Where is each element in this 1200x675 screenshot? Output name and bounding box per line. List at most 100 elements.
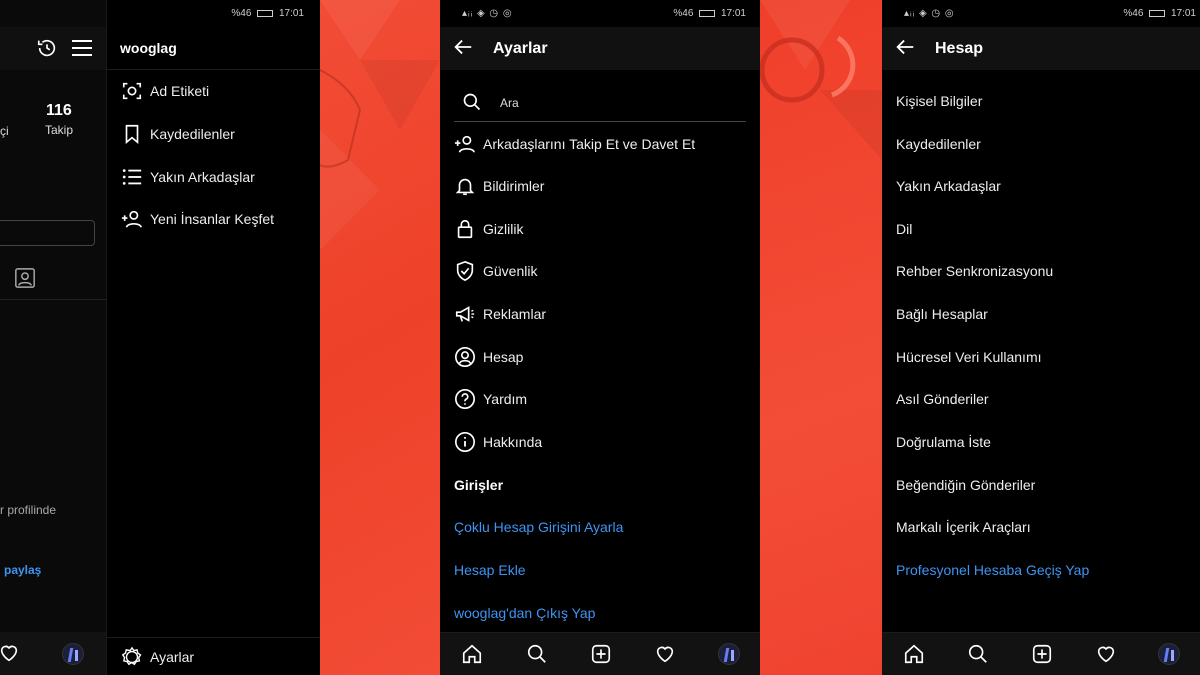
settings-item-label: Arkadaşlarını Takip Et ve Davet Et	[483, 136, 696, 152]
shield-icon	[454, 260, 476, 282]
account-item-close-friends[interactable]: Yakın Arkadaşlar	[896, 169, 1200, 203]
status-bar	[0, 0, 106, 27]
drawer-settings-button[interactable]: Ayarlar	[107, 637, 320, 675]
back-arrow-icon[interactable]	[894, 36, 916, 58]
battery-text: %46	[1123, 8, 1144, 19]
clock-text: 17:01	[1170, 8, 1196, 19]
logins-section-heading: Girişler	[454, 477, 504, 493]
search-icon[interactable]	[966, 642, 990, 666]
following-label[interactable]: Takip	[45, 123, 73, 137]
partial-followers-label: çi	[0, 124, 9, 138]
status-bar: ▴ᵢᵢ ◈ ◷ ◎ %46 17:01	[882, 0, 1200, 27]
new-post-icon[interactable]	[1030, 642, 1054, 666]
settings-item-label: Hakkında	[483, 434, 543, 450]
activity-history-icon[interactable]	[36, 37, 58, 59]
drawer-item-label: Kaydedilenler	[150, 126, 235, 142]
settings-item-label: Güvenlik	[483, 263, 538, 279]
account-item-original-posts[interactable]: Asıl Gönderiler	[896, 382, 1200, 416]
profile-tabs-bar	[0, 256, 106, 300]
clock-text: 17:01	[720, 8, 746, 19]
bottom-nav	[0, 632, 106, 675]
help-icon	[454, 388, 476, 410]
side-drawer: %46 17:01 wooglag Ad Etiketi Kaydedilenl…	[106, 0, 320, 675]
menu-icon[interactable]	[72, 39, 92, 57]
settings-app-bar: Ayarlar	[440, 27, 760, 70]
profile-header	[0, 27, 106, 70]
battery-icon	[1149, 9, 1166, 17]
settings-item-help[interactable]: Yardım	[440, 382, 760, 416]
drawer-item-nametag[interactable]: Ad Etiketi	[107, 74, 320, 108]
share-link[interactable]: paylaş	[4, 563, 41, 577]
account-item-request-verification[interactable]: Doğrulama İste	[896, 425, 1200, 459]
nametag-icon	[121, 80, 143, 102]
profile-panel: çi 116 Takip r profilinde paylaş	[0, 0, 106, 675]
drawer-item-close-friends[interactable]: Yakın Arkadaşlar	[107, 160, 320, 194]
account-item-contacts-sync[interactable]: Rehber Senkronizasyonu	[896, 254, 1200, 288]
settings-screen: ▴ᵢᵢ ◈ ◷ ◎ %46 17:01 Ayarlar Ara Arkadaşl…	[440, 0, 760, 675]
following-count[interactable]: 116	[46, 102, 72, 120]
drawer-username: wooglag	[120, 40, 177, 56]
drawer-header: wooglag	[107, 27, 320, 70]
bottom-nav	[440, 632, 760, 675]
account-item-liked-posts[interactable]: Beğendiğin Gönderiler	[896, 468, 1200, 502]
account-item-cellular-data[interactable]: Hücresel Veri Kullanımı	[896, 340, 1200, 374]
battery-icon	[257, 9, 274, 17]
status-bar: %46 17:01	[107, 0, 320, 27]
add-account-link[interactable]: Hesap Ekle	[454, 553, 760, 587]
account-screen: ▴ᵢᵢ ◈ ◷ ◎ %46 17:01 Hesap Kişisel Bilgil…	[882, 0, 1200, 675]
heart-icon[interactable]	[1094, 642, 1118, 666]
account-icon	[454, 346, 476, 368]
add-person-icon	[121, 208, 143, 230]
account-item-language[interactable]: Dil	[896, 212, 1200, 246]
search-input[interactable]: Ara	[500, 96, 519, 110]
switch-to-professional-link[interactable]: Profesyonel Hesaba Geçiş Yap	[896, 553, 1200, 587]
multi-account-login-link[interactable]: Çoklu Hesap Girişini Ayarla	[454, 510, 760, 544]
profile-avatar-icon[interactable]	[1158, 643, 1180, 665]
page-title: Hesap	[935, 40, 984, 57]
account-item-personal-info[interactable]: Kişisel Bilgiler	[896, 84, 1200, 118]
settings-item-account[interactable]: Hesap	[440, 340, 760, 374]
search-bar[interactable]: Ara	[454, 84, 746, 122]
drawer-item-label: Yeni İnsanlar Keşfet	[150, 211, 275, 227]
heart-icon[interactable]	[653, 642, 677, 666]
profile-avatar-icon[interactable]	[717, 643, 740, 665]
battery-icon	[699, 9, 716, 17]
home-icon[interactable]	[902, 642, 926, 666]
account-app-bar: Hesap	[882, 27, 1200, 70]
add-person-icon	[454, 133, 476, 155]
profile-avatar-icon[interactable]	[62, 643, 84, 665]
logout-link[interactable]: wooglag'dan Çıkış Yap	[454, 596, 760, 630]
account-item-branded-content[interactable]: Markalı İçerik Araçları	[896, 510, 1200, 544]
home-icon[interactable]	[460, 642, 484, 666]
drawer-item-discover-people[interactable]: Yeni İnsanlar Keşfet	[107, 202, 320, 236]
search-icon	[463, 93, 481, 111]
drawer-item-label: Yakın Arkadaşlar	[150, 169, 255, 185]
megaphone-icon	[454, 303, 476, 325]
settings-item-label: Hesap	[483, 349, 524, 365]
drawer-item-saved[interactable]: Kaydedilenler	[107, 117, 320, 151]
settings-item-label: Yardım	[483, 391, 528, 407]
settings-item-follow-invite[interactable]: Arkadaşlarını Takip Et ve Davet Et	[440, 127, 760, 161]
empty-profile-text: r profilinde	[0, 503, 57, 517]
settings-item-ads[interactable]: Reklamlar	[440, 297, 760, 331]
settings-item-privacy[interactable]: Gizlilik	[440, 212, 760, 246]
search-icon[interactable]	[525, 642, 549, 666]
back-arrow-icon[interactable]	[452, 36, 474, 58]
heart-icon[interactable]	[0, 642, 20, 664]
tagged-photos-icon[interactable]	[14, 267, 36, 289]
clock-text: 17:01	[278, 8, 304, 19]
status-bar: ▴ᵢᵢ ◈ ◷ ◎ %46 17:01	[440, 0, 760, 27]
decorative-background-left	[320, 0, 440, 675]
account-item-linked-accounts[interactable]: Bağlı Hesaplar	[896, 297, 1200, 331]
bookmark-icon	[121, 123, 143, 145]
settings-item-notifications[interactable]: Bildirimler	[440, 169, 760, 203]
account-item-saved[interactable]: Kaydedilenler	[896, 127, 1200, 161]
battery-text: %46	[673, 8, 694, 19]
decorative-background-middle	[760, 0, 882, 675]
info-icon	[454, 431, 476, 453]
settings-item-label: Reklamlar	[483, 306, 547, 322]
settings-item-about[interactable]: Hakkında	[440, 425, 760, 459]
new-post-icon[interactable]	[589, 642, 613, 666]
edit-profile-button[interactable]	[0, 220, 95, 246]
settings-item-security[interactable]: Güvenlik	[440, 254, 760, 288]
